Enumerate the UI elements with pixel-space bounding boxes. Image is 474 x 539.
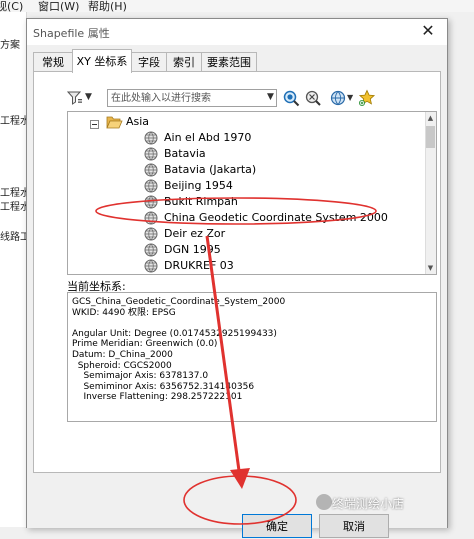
- filter-icon[interactable]: [66, 91, 83, 108]
- tree-item-label: DRUKREF 03: [164, 259, 234, 272]
- detail-line: Inverse Flattening: 298.257222101: [72, 392, 243, 403]
- tree-item-label: Deir ez Zor: [164, 227, 226, 240]
- bg-label: 方案: [0, 40, 20, 51]
- globe-icon[interactable]: [330, 90, 346, 109]
- detail-line: Datum: D_China_2000: [72, 350, 173, 360]
- tab-fields[interactable]: 字段: [131, 52, 167, 72]
- ok-button[interactable]: 确定: [242, 514, 312, 538]
- search-dropdown-icon[interactable]: ▼: [267, 92, 274, 102]
- close-button[interactable]: ✕: [413, 21, 443, 41]
- star-icon[interactable]: [358, 89, 376, 110]
- clear-search-icon[interactable]: [304, 90, 322, 110]
- menu-window[interactable]: 窗口(W): [38, 0, 79, 14]
- open-folder-icon: [106, 115, 123, 134]
- bg-label: 工程水: [0, 116, 26, 127]
- bg-label: 工程水: [0, 202, 26, 213]
- watermark-logo-icon: [316, 494, 332, 510]
- search-icon[interactable]: [283, 90, 300, 110]
- background-left-panel: 方案 工程水 工程水 工程水 线路工: [0, 12, 27, 527]
- title-bar[interactable]: Shapefile 属性 ✕: [27, 19, 447, 45]
- tree-folder-label: Asia: [126, 115, 150, 128]
- detail-line: WKID: 4490 权限: EPSG: [72, 307, 176, 318]
- tab-xy-coordinate-system[interactable]: XY 坐标系: [72, 49, 132, 73]
- tab-general[interactable]: 常规: [33, 52, 73, 72]
- tree-item-label: DGN 1995: [164, 243, 221, 256]
- bg-label: 工程水: [0, 188, 26, 199]
- cancel-button[interactable]: 取消: [319, 514, 389, 538]
- coordinate-system-tree[interactable]: Asia Ain el Abd 1970 Batavia Batavia (Jaka…: [67, 111, 437, 275]
- tree-item-label: Bukit Rimpah: [164, 195, 238, 208]
- watermark: 终端测绘小店: [332, 497, 405, 511]
- detail-line: GCS_China_Geodetic_Coordinate_System_200…: [72, 297, 286, 307]
- geographic-coordinate-system-icon: [144, 259, 158, 274]
- tree-item-label: Beijing 1954: [164, 179, 233, 192]
- shapefile-properties-dialog: Shapefile 属性 ✕ 常规 XY 坐标系 字段 索引 要素范围 ▼ ▼ …: [26, 18, 448, 538]
- coordinate-system-details[interactable]: GCS_China_Geodetic_Coordinate_System_200…: [67, 292, 437, 422]
- search-input[interactable]: [107, 89, 277, 107]
- tree-item-label: China Geodetic Coordinate System 2000: [164, 211, 388, 224]
- bg-label: 线路工: [0, 232, 26, 243]
- detail-line: Angular Unit: Degree (0.0174532925199433…: [72, 328, 277, 339]
- menu-help[interactable]: 帮助(H): [88, 0, 127, 14]
- tab-indexes[interactable]: 索引: [166, 52, 202, 72]
- detail-line: Prime Meridian: Greenwich (0.0): [72, 339, 218, 350]
- tree-item-label: Ain el Abd 1970: [164, 131, 252, 144]
- filter-dropdown-icon[interactable]: ▼: [85, 92, 92, 102]
- tab-feature-extent[interactable]: 要素范围: [201, 52, 257, 72]
- tree-item-label: Batavia: [164, 147, 206, 160]
- background-menubar: 视(C) 窗口(W) 帮助(H): [0, 0, 474, 14]
- scroll-up-icon[interactable]: ▲: [426, 113, 435, 123]
- detail-line: Semimajor Axis: 6378137.0: [72, 371, 209, 382]
- detail-line: Spheroid: CGCS2000: [72, 360, 172, 371]
- scroll-down-icon[interactable]: ▼: [426, 263, 435, 273]
- dialog-title: Shapefile 属性: [33, 27, 110, 40]
- tree-scroll-thumb[interactable]: [426, 126, 435, 148]
- tree-item-label: Batavia (Jakarta): [164, 163, 257, 176]
- detail-line: Semiminor Axis: 6356752.314140356: [72, 381, 255, 392]
- collapse-icon[interactable]: [90, 118, 99, 134]
- globe-dropdown-icon[interactable]: ▼: [347, 93, 353, 102]
